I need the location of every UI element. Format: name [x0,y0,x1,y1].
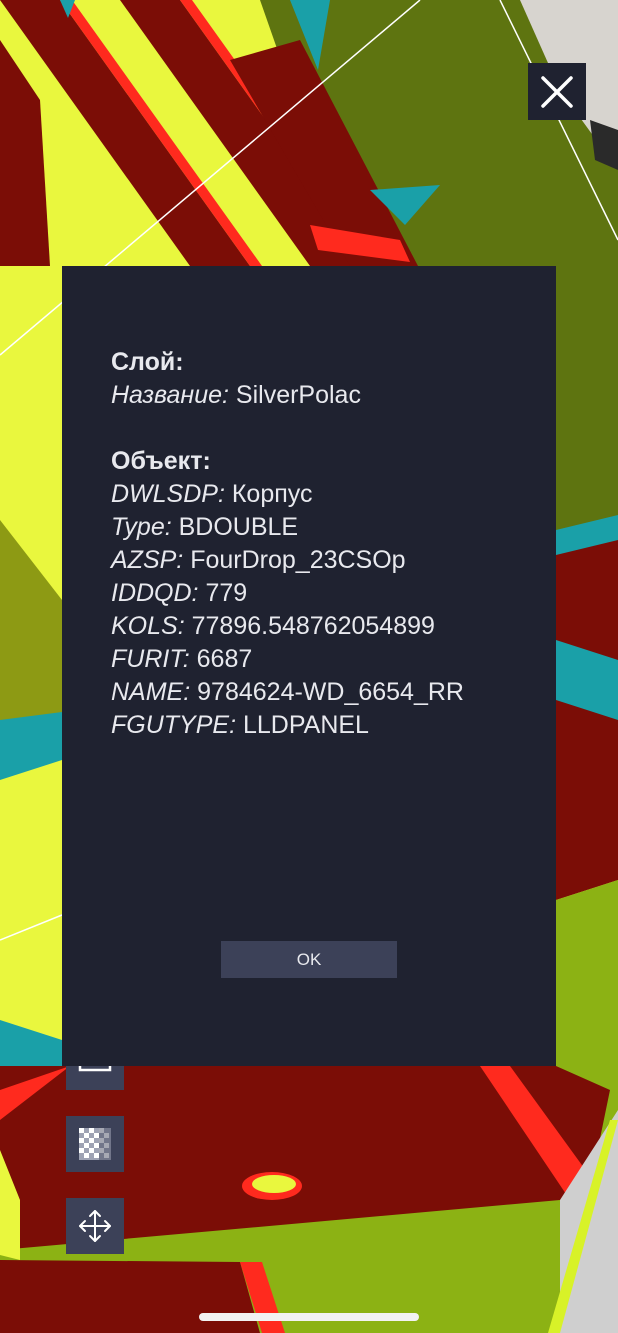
property-key: AZSP: [111,546,184,574]
property-value: 779 [205,579,248,607]
ok-button[interactable]: OK [221,941,397,978]
property-key: KOLS: [111,612,185,640]
move-button[interactable] [66,1198,124,1254]
layer-property-row: Название: SilverPolac [111,379,556,412]
property-key: IDDQD: [111,579,199,607]
object-property-row: KOLS: 77896.548762054899 [111,610,556,643]
object-heading: Объект: [111,447,211,475]
property-value: 9784624-WD_6654_RR [197,678,464,706]
property-value: Корпус [231,480,313,508]
home-indicator[interactable] [199,1313,419,1321]
object-info-dialog: Слой: Название: SilverPolac Объект: DWLS… [62,266,556,1066]
checkerboard-icon [79,1128,111,1160]
property-value: FourDrop_23CSOp [190,546,406,574]
object-property-row: Type: BDOUBLE [111,511,556,544]
close-button[interactable] [528,63,586,120]
object-property-row: DWLSDP: Корпус [111,478,556,511]
object-property-row: IDDQD: 779 [111,577,556,610]
property-key: FURIT: [111,645,190,673]
layer-heading: Слой: [111,348,184,376]
property-key: FGUTYPE: [111,711,237,739]
object-property-row: FGUTYPE: LLDPANEL [111,709,556,742]
property-key: Type: [111,513,172,541]
ar-viewer-screen: Слой: Название: SilverPolac Объект: DWLS… [0,0,618,1333]
property-key: NAME: [111,678,191,706]
close-icon [541,75,573,108]
property-value: LLDPANEL [242,711,369,739]
property-value: 6687 [196,645,253,673]
property-value: SilverPolac [235,381,361,409]
property-key: DWLSDP: [111,480,225,508]
property-value: 77896.548762054899 [191,612,435,640]
property-value: BDOUBLE [178,513,299,541]
transparency-button[interactable] [66,1116,124,1172]
move-arrows-icon [79,1210,111,1242]
property-key: Название: [111,381,229,409]
object-property-row: AZSP: FourDrop_23CSOp [111,544,556,577]
object-property-row: NAME: 9784624-WD_6654_RR [111,676,556,709]
object-property-row: FURIT: 6687 [111,643,556,676]
